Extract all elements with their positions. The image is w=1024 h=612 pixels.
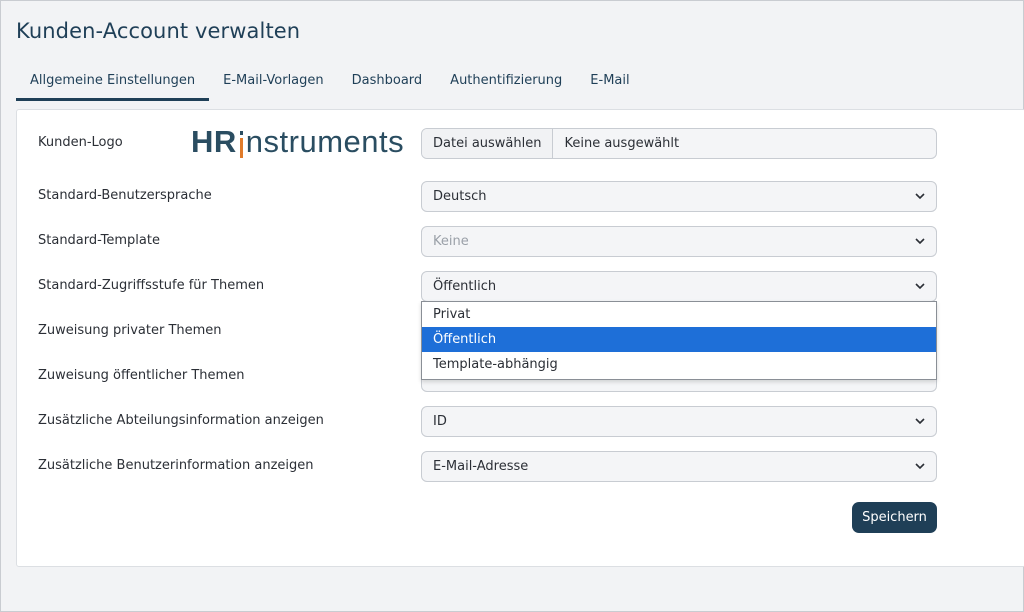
option-private[interactable]: Privat: [422, 302, 936, 327]
tab-authentication[interactable]: Authentifizierung: [436, 63, 576, 101]
file-status-text: Keine ausgewählt: [564, 136, 680, 151]
access-level-label: Standard-Zugriffsstufe für Themen: [38, 278, 265, 293]
company-logo: HR nstruments: [191, 124, 404, 160]
tab-bar: Allgemeine Einstellungen E-Mail-Vorlagen…: [16, 63, 644, 105]
settings-panel: Kunden-Logo HR nstruments Datei auswähle…: [16, 109, 1024, 567]
user-info-label: Zusätzliche Benutzerinformation anzeigen: [38, 458, 314, 473]
access-level-select[interactable]: Öffentlich: [421, 271, 937, 302]
department-info-select[interactable]: ID: [421, 406, 937, 437]
tab-email-templates[interactable]: E-Mail-Vorlagen: [209, 63, 338, 101]
tab-dashboard[interactable]: Dashboard: [338, 63, 437, 101]
choose-file-button[interactable]: Datei auswählen: [422, 129, 554, 158]
logo-i-mark: [238, 129, 245, 158]
public-topics-label: Zuweisung öffentlicher Themen: [38, 368, 245, 383]
default-language-label: Standard-Benutzersprache: [38, 188, 212, 203]
department-info-label: Zusätzliche Abteilungsinformation anzeig…: [38, 413, 324, 428]
save-button[interactable]: Speichern: [852, 502, 937, 533]
private-topics-label: Zuweisung privater Themen: [38, 323, 222, 338]
chevron-down-icon: [914, 191, 926, 203]
user-info-select[interactable]: E-Mail-Adresse: [421, 451, 937, 482]
default-template-select[interactable]: Keine: [421, 226, 937, 257]
user-info-value: E-Mail-Adresse: [433, 459, 529, 474]
logo-text-rest: nstruments: [245, 124, 405, 159]
logo-file-input[interactable]: Datei auswählen Keine ausgewählt: [421, 128, 937, 159]
logo-text-hr: HR: [191, 124, 237, 159]
department-info-value: ID: [433, 414, 447, 429]
access-level-value: Öffentlich: [433, 279, 497, 294]
default-template-label: Standard-Template: [38, 233, 160, 248]
app-window: Kunden-Account verwalten Allgemeine Eins…: [0, 0, 1024, 612]
chevron-down-icon: [914, 461, 926, 473]
option-template-dependent[interactable]: Template-abhängig: [422, 352, 936, 377]
access-level-dropdown: Privat Öffentlich Template-abhängig: [421, 301, 937, 380]
default-template-placeholder: Keine: [433, 234, 469, 249]
chevron-down-icon: [914, 416, 926, 428]
tab-email[interactable]: E-Mail: [576, 63, 643, 101]
chevron-down-icon: [914, 281, 926, 293]
option-public[interactable]: Öffentlich: [422, 327, 936, 352]
tab-general-settings[interactable]: Allgemeine Einstellungen: [16, 63, 210, 101]
chevron-down-icon: [914, 236, 926, 248]
default-language-select[interactable]: Deutsch: [421, 181, 937, 212]
page-title: Kunden-Account verwalten: [16, 19, 301, 43]
default-language-value: Deutsch: [433, 189, 487, 204]
customer-logo-label: Kunden-Logo: [38, 135, 123, 150]
